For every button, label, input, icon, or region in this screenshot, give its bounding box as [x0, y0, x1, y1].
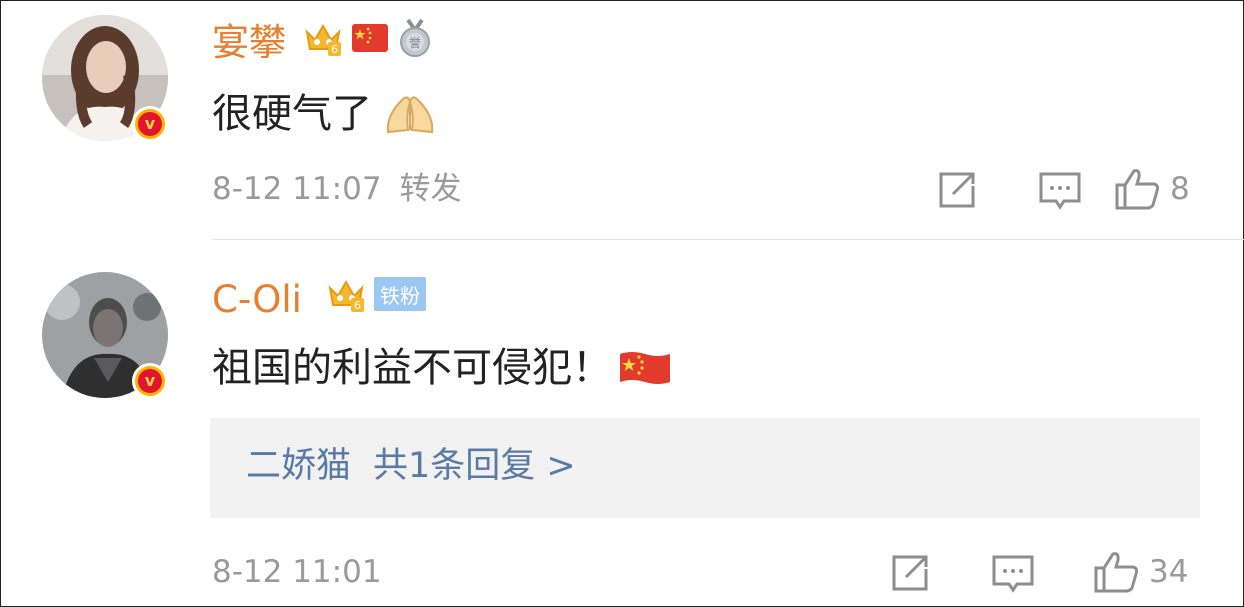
share-button[interactable]	[890, 553, 932, 593]
comment-meta: 8-12 11:01	[212, 557, 382, 588]
like-count: 34	[1149, 553, 1189, 590]
reply-user[interactable]: 二娇猫	[246, 446, 351, 486]
comment-text-content: 很硬气了	[212, 91, 372, 137]
comment-icon	[992, 555, 1034, 593]
thumbs-up-icon	[1115, 169, 1160, 210]
reply-button[interactable]	[1038, 171, 1082, 211]
forward-link[interactable]: 转发	[400, 171, 462, 207]
username[interactable]: 宴攀	[212, 24, 286, 61]
crown-level-6-icon: 6	[328, 279, 364, 312]
reply-count-link[interactable]: 共1条回复 >	[373, 446, 576, 486]
share-button[interactable]	[937, 170, 979, 210]
praying-hands-icon	[386, 96, 434, 134]
like-count: 8	[1170, 170, 1190, 207]
china-flag-icon	[352, 24, 388, 52]
comment-date: 8-12 11:07	[212, 171, 382, 207]
comment-text-content: 祖国的利益不可侵犯！	[212, 345, 612, 391]
comment-icon	[1039, 172, 1081, 210]
crown-level-6-icon: 6	[305, 23, 341, 56]
share-icon	[939, 172, 975, 208]
medal-icon: 誉	[400, 18, 430, 57]
comment-text: 祖国的利益不可侵犯！	[212, 348, 672, 388]
user-badges: 6 誉	[303, 18, 433, 58]
verified-badge-icon: v	[132, 363, 168, 399]
share-icon	[892, 555, 928, 591]
svg-text:6: 6	[331, 43, 338, 56]
comment-date: 8-12 11:01	[212, 554, 382, 590]
thumbs-up-icon	[1094, 552, 1139, 593]
like-button[interactable]: 34	[1093, 550, 1188, 594]
svg-text:誉: 誉	[409, 36, 421, 50]
reply-preview[interactable]: 二娇猫 共1条回复 >	[210, 418, 1200, 518]
fan-badge: 铁粉	[374, 277, 426, 311]
svg-text:6: 6	[354, 299, 361, 312]
verified-badge-icon: v	[132, 106, 168, 142]
china-flag-icon	[620, 352, 670, 384]
like-button[interactable]: 8	[1114, 167, 1190, 211]
reply-button[interactable]	[991, 554, 1035, 594]
user-badges: 6 铁粉	[326, 274, 426, 314]
reply-preview-text: 二娇猫 共1条回复 >	[246, 449, 576, 484]
comment-meta: 8-12 11:07 转发	[212, 174, 462, 205]
comment-text: 很硬气了	[212, 92, 438, 136]
comment-divider	[212, 239, 1244, 240]
username[interactable]: C-Oli	[212, 281, 302, 318]
